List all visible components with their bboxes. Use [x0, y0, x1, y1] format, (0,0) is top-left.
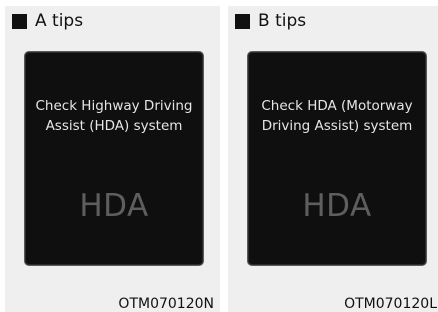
- warning-message-line-2: Driving Assist) system: [261, 118, 413, 134]
- tips-panel-a: A tips Check Highway Driving Assist (HDA…: [5, 6, 220, 312]
- panel-title: A tips: [35, 11, 84, 31]
- image-code: OTM070120N: [118, 296, 214, 312]
- hda-indicator: HDA: [302, 188, 372, 224]
- warning-message: Check Highway Driving Assist (HDA) syste…: [29, 96, 199, 136]
- panel-title: B tips: [258, 11, 307, 31]
- warning-message-line-1: Check Highway Driving: [35, 98, 193, 114]
- cluster-display: Check Highway Driving Assist (HDA) syste…: [24, 51, 204, 266]
- image-code: OTM070120L: [344, 296, 437, 312]
- warning-message-line-2: Assist (HDA) system: [45, 118, 183, 134]
- warning-message-line-1: Check HDA (Motorway: [261, 98, 413, 114]
- panel-heading: A tips: [12, 11, 83, 31]
- black-square-icon: [12, 13, 27, 29]
- tips-panel-b: B tips Check HDA (Motorway Driving Assis…: [228, 6, 438, 312]
- hda-indicator: HDA: [79, 188, 149, 224]
- panel-heading: B tips: [235, 11, 306, 31]
- black-square-icon: [235, 13, 250, 29]
- warning-message: Check HDA (Motorway Driving Assist) syst…: [252, 96, 422, 136]
- cluster-display: Check HDA (Motorway Driving Assist) syst…: [247, 51, 427, 266]
